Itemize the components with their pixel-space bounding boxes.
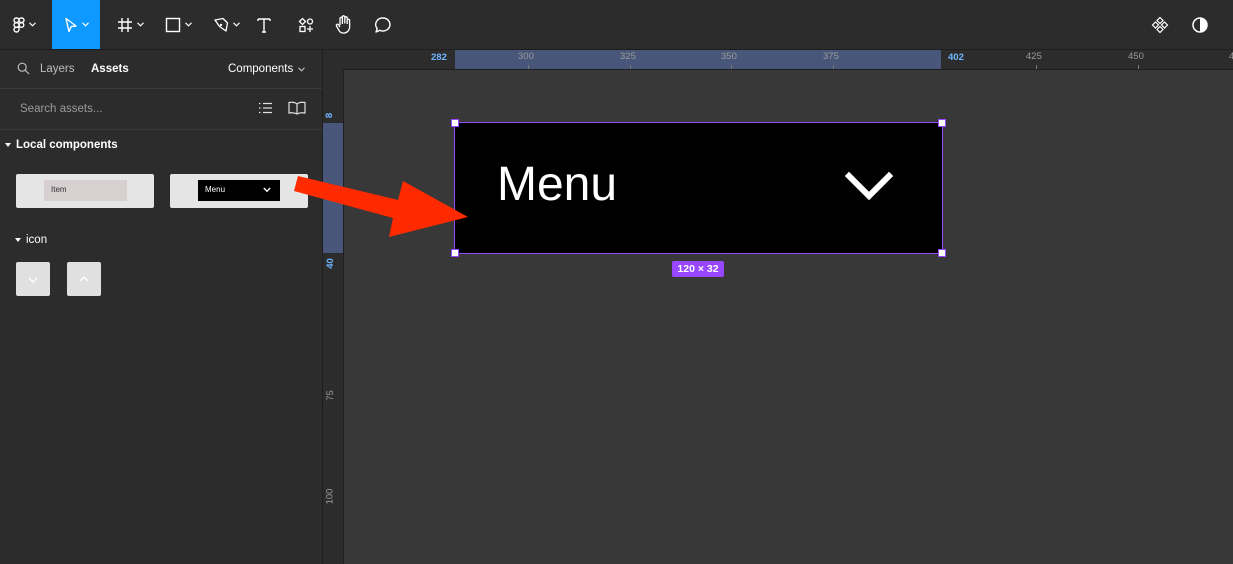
ruler-label: 350 <box>721 51 737 62</box>
component-item[interactable]: Item <box>16 174 154 208</box>
toolbar <box>0 0 1233 50</box>
library-dropdown-label: Components <box>228 63 294 75</box>
ruler-label: 375 <box>823 51 839 62</box>
local-components-section[interactable]: Local components <box>5 139 118 151</box>
ruler-tick <box>731 65 732 69</box>
ruler-label: 325 <box>620 51 636 62</box>
pen-icon <box>213 17 228 32</box>
resources-icon <box>298 17 314 32</box>
ruler-label: 75 <box>324 390 336 401</box>
icon-group-section[interactable]: icon <box>15 234 47 246</box>
component-menu[interactable]: Menu <box>170 174 308 208</box>
text-icon <box>257 17 271 33</box>
ruler-tick <box>1036 65 1037 69</box>
dimension-badge: 120 × 32 <box>672 261 724 277</box>
library-book-icon[interactable] <box>288 101 306 115</box>
rectangle-icon <box>165 17 180 32</box>
ruler-label: 450 <box>1128 51 1144 62</box>
chevron-down-icon <box>81 22 89 27</box>
ruler-label: 100 <box>324 488 336 505</box>
assets-panel: Layers Assets Components Local component… <box>0 50 323 564</box>
comment-tool-button[interactable] <box>369 0 397 49</box>
tab-layers[interactable]: Layers <box>40 63 75 75</box>
frame-icon <box>117 17 132 32</box>
cursor-icon <box>64 17 77 32</box>
move-tool-button[interactable] <box>52 0 100 49</box>
resize-handle-top-right[interactable] <box>938 119 946 127</box>
pen-tool-button[interactable] <box>202 0 250 49</box>
chevron-down-icon <box>28 277 38 283</box>
library-dropdown[interactable]: Components <box>228 63 306 75</box>
ruler-tick <box>528 65 529 69</box>
ruler-label: 8 <box>324 112 336 119</box>
ruler-label: 300 <box>518 51 534 62</box>
ruler-tick <box>833 65 834 69</box>
chevron-down-icon <box>136 22 144 27</box>
section-title: icon <box>26 234 48 246</box>
chevron-up-icon <box>79 276 89 282</box>
annotation-arrow-icon <box>294 176 468 237</box>
tab-assets[interactable]: Assets <box>91 63 129 75</box>
chevron-down-icon <box>298 66 306 72</box>
ruler-label: 425 <box>1026 51 1042 62</box>
menu-frame-label: Menu <box>497 158 618 211</box>
ruler-tick <box>1138 65 1139 69</box>
chevron-down-icon <box>263 187 271 193</box>
chevron-down-icon <box>28 22 36 27</box>
resize-handle-bottom-right[interactable] <box>938 249 946 257</box>
search-icon[interactable] <box>17 62 30 75</box>
component-item-label: Item <box>51 185 67 194</box>
ruler-label: 282 <box>431 52 447 63</box>
component-menu-label: Menu <box>205 185 226 194</box>
text-tool-button[interactable] <box>250 0 278 49</box>
figma-logo-icon <box>12 16 25 33</box>
caret-down-icon <box>15 238 21 242</box>
caret-down-icon <box>5 143 11 147</box>
component-icon <box>1151 16 1169 33</box>
horizontal-ruler: 282 300 325 350 375 402 425 450 4 <box>344 50 1233 70</box>
ruler-label: 4 <box>1229 51 1233 62</box>
resize-handle-bottom-left[interactable] <box>451 249 459 257</box>
contrast-icon <box>1192 16 1208 33</box>
main-menu-button[interactable] <box>0 0 48 49</box>
search-assets-input[interactable] <box>12 99 248 119</box>
vertical-ruler: 8 2 40 75 100 <box>323 70 344 564</box>
component-icon-chevron-down[interactable] <box>16 262 50 296</box>
comment-icon <box>375 16 391 33</box>
chevron-down-icon <box>184 22 192 27</box>
ruler-label: 40 <box>324 258 336 269</box>
ruler-tick <box>630 65 631 69</box>
assets-search-bar <box>0 89 322 130</box>
hand-icon <box>335 15 351 34</box>
hand-tool-button[interactable] <box>330 0 358 49</box>
resources-button[interactable] <box>292 0 320 49</box>
ruler-corner <box>323 50 344 71</box>
components-button[interactable] <box>1146 0 1174 49</box>
chevron-down-icon <box>845 171 893 201</box>
section-title: Local components <box>16 139 118 151</box>
chevron-down-icon <box>232 22 240 27</box>
frame-tool-button[interactable] <box>106 0 154 49</box>
ruler-label: 402 <box>948 52 964 63</box>
shape-tool-button[interactable] <box>154 0 202 49</box>
list-view-icon[interactable] <box>259 102 272 114</box>
component-icon-chevron-up[interactable] <box>67 262 101 296</box>
resize-handle-top-left[interactable] <box>451 119 459 127</box>
theme-toggle-button[interactable] <box>1186 0 1214 49</box>
panel-tabs: Layers Assets Components <box>0 50 322 89</box>
menu-frame[interactable]: Menu <box>454 122 943 254</box>
